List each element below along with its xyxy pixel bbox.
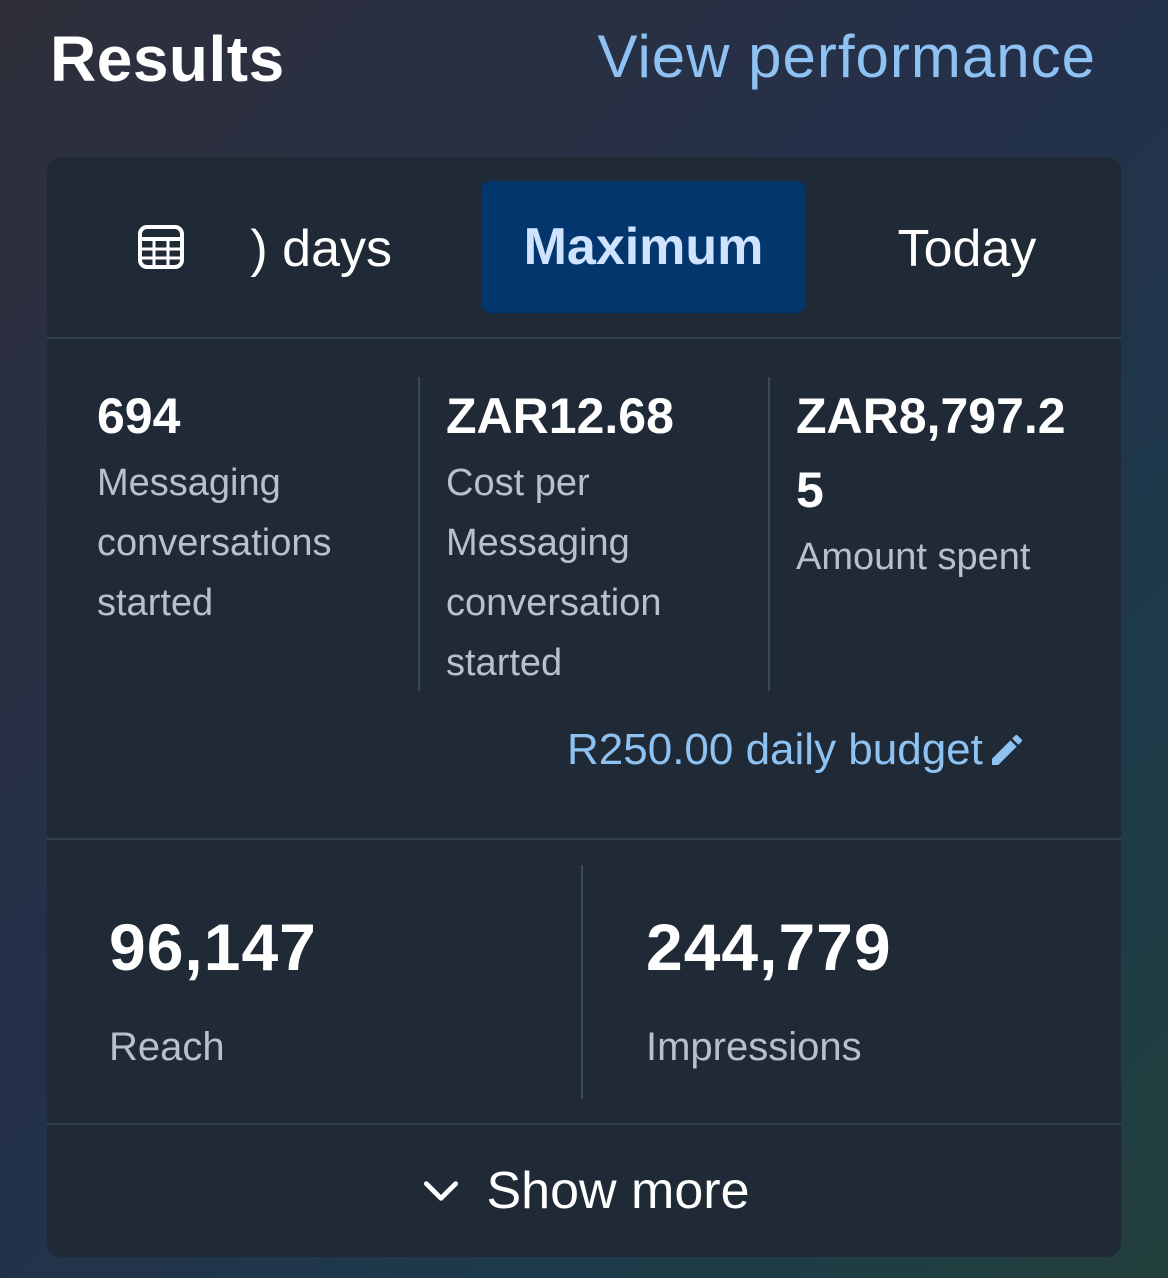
reach-value: 96,147 [109, 910, 317, 984]
date-range-tabs: ) days Maximum Today [47, 157, 1121, 339]
daily-budget-label: R250.00 daily budget [567, 725, 983, 774]
metric-separator-1 [418, 377, 420, 691]
view-performance-link[interactable]: View performance [598, 22, 1096, 91]
tabs-divider [47, 337, 1121, 339]
cost-per-label-1: Cost per [446, 462, 590, 504]
chevron-down-icon [423, 1181, 458, 1201]
amount-spent-value-2: 5 [796, 462, 824, 518]
tab-days-label: ) days [250, 220, 392, 278]
cost-per-value: ZAR12.68 [446, 388, 674, 444]
page-title: Results [50, 23, 285, 95]
amount-spent-value-1: ZAR8,797.2 [796, 388, 1066, 444]
conversations-label-2: conversations [97, 522, 332, 564]
calendar-icon[interactable] [137, 223, 185, 271]
daily-budget-link[interactable]: R250.00 daily budget [567, 725, 1087, 775]
cost-per-label-3: conversation [446, 582, 662, 624]
show-more-button[interactable]: Show more [47, 1125, 1121, 1257]
budget-divider [47, 838, 1121, 840]
tab-maximum[interactable]: Maximum [481, 181, 806, 313]
tab-today[interactable]: Today [827, 219, 1107, 279]
metric-separator-2 [768, 377, 770, 691]
cost-per-label-2: Messaging [446, 522, 630, 564]
cost-per-label-4: started [446, 642, 563, 684]
reach-label: Reach [109, 1025, 225, 1069]
pencil-icon [991, 734, 1022, 765]
impressions-value: 244,779 [646, 910, 892, 984]
impressions-label: Impressions [646, 1025, 862, 1069]
show-more-label: Show more [486, 1162, 750, 1220]
tab-days[interactable]: ) days [247, 219, 392, 279]
results-card: ) days Maximum Today 694 Messaging conve… [47, 157, 1121, 1257]
summary-separator [581, 865, 583, 1099]
conversations-value: 694 [97, 388, 181, 444]
amount-spent-label: Amount spent [796, 536, 1031, 578]
conversations-label-1: Messaging [97, 462, 281, 504]
conversations-label-3: started [97, 582, 214, 624]
results-header: Results View performance [0, 0, 1168, 120]
